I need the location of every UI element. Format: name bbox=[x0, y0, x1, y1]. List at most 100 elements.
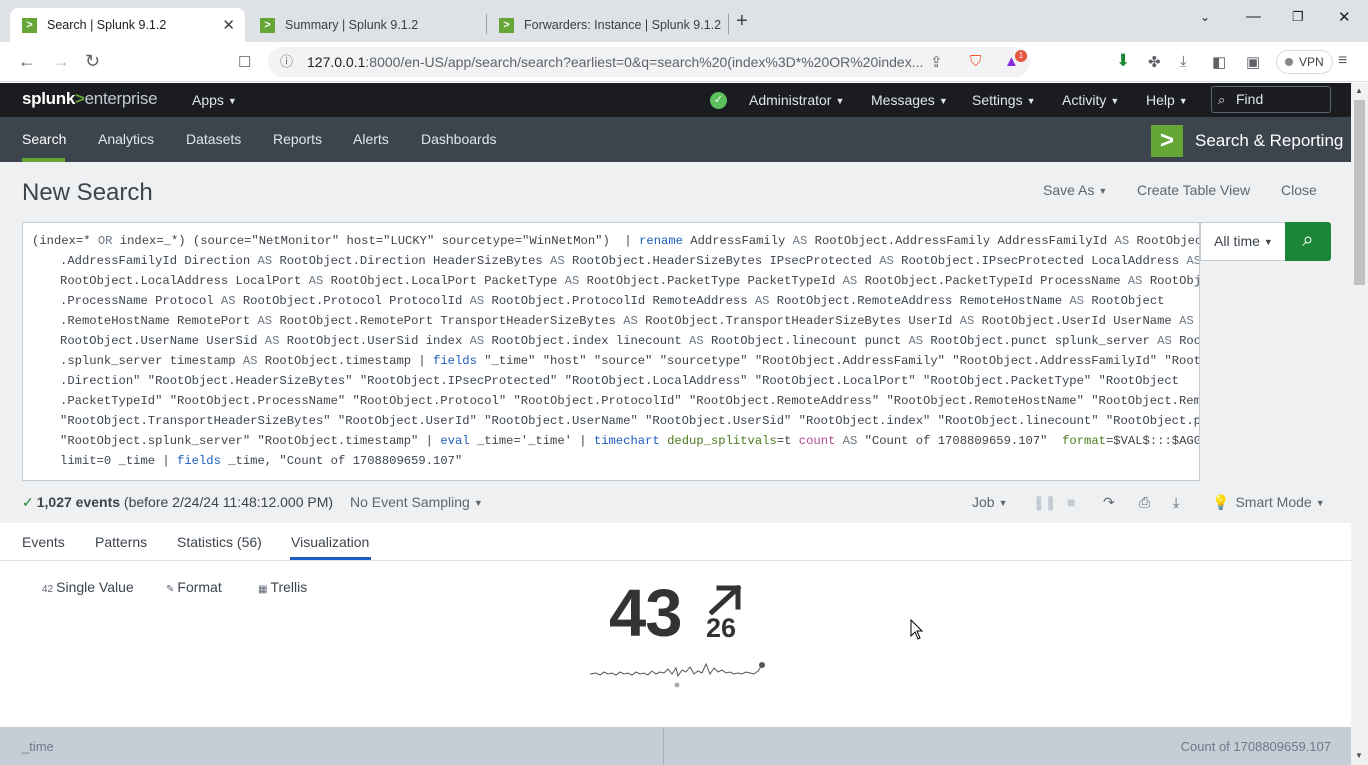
administrator-menu[interactable]: Administrator ▼ bbox=[749, 92, 844, 108]
query-line: .PacketTypeId" "RootObject.ProcessName" … bbox=[60, 394, 1200, 408]
reload-icon[interactable]: ↻ bbox=[85, 51, 100, 72]
search-page: New Search Save As ▼ Create Table View Cl… bbox=[0, 162, 1351, 765]
new-tab-button[interactable]: + bbox=[736, 10, 748, 33]
caret-down-icon: ▼ bbox=[1263, 237, 1273, 247]
vpn-button[interactable]: VPN bbox=[1276, 50, 1333, 74]
nav-dashboards[interactable]: Dashboards bbox=[421, 131, 497, 147]
browser-tab-forwarders[interactable]: > Forwarders: Instance | Splunk 9.1.2 bbox=[487, 8, 727, 42]
active-tab-indicator bbox=[290, 557, 371, 560]
nav-datasets[interactable]: Datasets bbox=[186, 131, 241, 147]
nav-alerts[interactable]: Alerts bbox=[353, 131, 389, 147]
share-icon[interactable]: ⇪ bbox=[930, 53, 943, 71]
scroll-down-icon[interactable]: ▼ bbox=[1355, 751, 1363, 760]
sidebar-icon[interactable]: ◧ bbox=[1212, 53, 1226, 71]
back-icon[interactable]: ← bbox=[18, 51, 36, 72]
minimize-icon[interactable]: — bbox=[1246, 8, 1261, 25]
forward-icon[interactable]: → bbox=[52, 51, 70, 72]
query-line: "RootObject.splunk_server" "RootObject.t… bbox=[60, 434, 1200, 448]
scroll-thumb[interactable] bbox=[1354, 100, 1365, 285]
job-menu[interactable]: Job ▼ bbox=[972, 494, 1008, 510]
browser-tab-search[interactable]: > Search | Splunk 9.1.2 ✕ bbox=[10, 8, 245, 42]
tab-events[interactable]: Events bbox=[22, 534, 65, 550]
format-button[interactable]: ✎ Format bbox=[166, 579, 222, 595]
window-close-icon[interactable]: ✕ bbox=[1338, 8, 1351, 26]
download-arrow-icon[interactable]: ⬇ bbox=[1116, 51, 1130, 71]
results-pane: Events Patterns Statistics (56) Visualiz… bbox=[0, 523, 1351, 727]
share-job-icon[interactable]: ↷ bbox=[1103, 494, 1115, 511]
viz-type-selector[interactable]: 42 Single Value bbox=[42, 579, 134, 595]
caret-down-icon: ▼ bbox=[938, 96, 948, 106]
stop-icon[interactable]: ■ bbox=[1067, 494, 1075, 510]
pencil-icon: ✎ bbox=[166, 584, 175, 595]
check-icon: ✓ bbox=[22, 494, 34, 510]
find-input[interactable]: ⌕ Find bbox=[1211, 86, 1331, 113]
event-sampling-menu[interactable]: No Event Sampling ▼ bbox=[350, 494, 483, 510]
nav-analytics[interactable]: Analytics bbox=[98, 131, 154, 147]
caret-down-icon: ▼ bbox=[1315, 498, 1325, 508]
settings-menu[interactable]: Settings ▼ bbox=[972, 92, 1036, 108]
search-mode-menu[interactable]: 💡 Smart Mode ▼ bbox=[1212, 494, 1325, 511]
bulb-icon: 💡 bbox=[1212, 494, 1230, 510]
address-bar[interactable]: ⓘ 127.0.0.1:8000/en-US/app/search/search… bbox=[268, 47, 1030, 77]
health-ok-icon[interactable]: ✓ bbox=[710, 92, 727, 109]
tab-search-icon[interactable]: ⌄ bbox=[1200, 10, 1210, 24]
caret-down-icon: ▼ bbox=[835, 96, 845, 106]
splunk-favicon-icon: > bbox=[22, 17, 37, 33]
sparkline bbox=[589, 662, 765, 688]
search-app-icon[interactable]: > bbox=[1151, 125, 1183, 157]
query-line: .AddressFamilyId Direction AS RootObject… bbox=[60, 254, 1200, 268]
url-path: :8000/en-US/app/search/search?earliest=0… bbox=[365, 54, 924, 70]
save-as-menu[interactable]: Save As ▼ bbox=[1043, 182, 1107, 198]
site-info-icon[interactable]: ⓘ bbox=[280, 47, 293, 77]
search-query-editor[interactable]: (index=* OR index=_*) (source="NetMonito… bbox=[22, 222, 1200, 481]
restore-icon[interactable]: ❐ bbox=[1292, 9, 1304, 25]
time-range-picker[interactable]: All time ▼ bbox=[1200, 222, 1286, 261]
close-button[interactable]: Close bbox=[1281, 182, 1317, 198]
nav-reports[interactable]: Reports bbox=[273, 131, 322, 147]
query-line: "RootObject.TransportHeaderSizeBytes" "R… bbox=[60, 414, 1200, 428]
app-name[interactable]: Search & Reporting bbox=[1195, 131, 1343, 151]
caret-down-icon: ▼ bbox=[1178, 96, 1188, 106]
tab-statistics[interactable]: Statistics (56) bbox=[177, 534, 262, 550]
query-line: .RemoteHostName RemotePort AS RootObject… bbox=[60, 314, 1194, 328]
nav-search[interactable]: Search bbox=[22, 131, 66, 147]
tab-title: Forwarders: Instance | Splunk 9.1.2 bbox=[524, 18, 722, 32]
splunk-favicon-icon: > bbox=[499, 17, 514, 33]
apps-menu[interactable]: Apps ▼ bbox=[192, 92, 237, 108]
menu-icon[interactable]: ≡ bbox=[1338, 52, 1347, 70]
brave-shield-icon[interactable]: ⛉ bbox=[970, 53, 981, 70]
bookmark-icon[interactable]: ☐ bbox=[238, 53, 251, 71]
app-nav-bar: Search Analytics Datasets Reports Alerts… bbox=[0, 117, 1351, 162]
create-table-view-button[interactable]: Create Table View bbox=[1137, 182, 1250, 198]
job-status-row: ✓ 1,027 events (before 2/24/24 11:48:12.0… bbox=[0, 483, 1351, 523]
splunk-logo[interactable]: splunk>enterprise bbox=[22, 89, 158, 109]
run-search-button[interactable]: ⌕ bbox=[1285, 222, 1331, 261]
query-line: .splunk_server timestamp AS RootObject.t… bbox=[60, 354, 1200, 368]
export-icon[interactable]: ⤓ bbox=[1173, 494, 1179, 511]
help-menu[interactable]: Help ▼ bbox=[1146, 92, 1188, 108]
results-tabs: Events Patterns Statistics (56) Visualiz… bbox=[0, 523, 1351, 561]
caret-down-icon: ▼ bbox=[473, 498, 483, 508]
query-line: .Direction" "RootObject.HeaderSizeBytes"… bbox=[60, 374, 1179, 388]
wallet-icon[interactable]: ▣ bbox=[1246, 53, 1260, 71]
results-footer: _time Count of 1708809659.107 bbox=[0, 727, 1351, 765]
tab-patterns[interactable]: Patterns bbox=[95, 534, 147, 550]
activity-menu[interactable]: Activity ▼ bbox=[1062, 92, 1119, 108]
pause-icon[interactable]: ❚❚ bbox=[1033, 494, 1056, 511]
page-title: New Search bbox=[22, 179, 153, 206]
trellis-button[interactable]: ▦ Trellis bbox=[258, 579, 307, 595]
tab-visualization[interactable]: Visualization bbox=[291, 534, 369, 550]
messages-menu[interactable]: Messages ▼ bbox=[871, 92, 948, 108]
caret-down-icon: ▼ bbox=[1110, 96, 1120, 106]
trend-up-arrow-icon bbox=[709, 585, 742, 615]
trellis-icon: ▦ bbox=[258, 584, 268, 595]
close-tab-icon[interactable]: ✕ bbox=[222, 16, 235, 34]
page-scrollbar[interactable]: ▲ ▼ bbox=[1351, 83, 1368, 765]
print-icon[interactable]: ⎙ bbox=[1139, 494, 1150, 511]
splunk-favicon-icon: > bbox=[260, 17, 275, 33]
scroll-up-icon[interactable]: ▲ bbox=[1355, 86, 1363, 95]
query-line: limit=0 _time | fields _time, "Count of … bbox=[60, 454, 463, 468]
extensions-icon[interactable]: ✤ bbox=[1148, 53, 1161, 71]
browser-tab-summary[interactable]: > Summary | Splunk 9.1.2 bbox=[248, 8, 483, 42]
downloads-icon[interactable]: ⤓ bbox=[1180, 53, 1187, 70]
